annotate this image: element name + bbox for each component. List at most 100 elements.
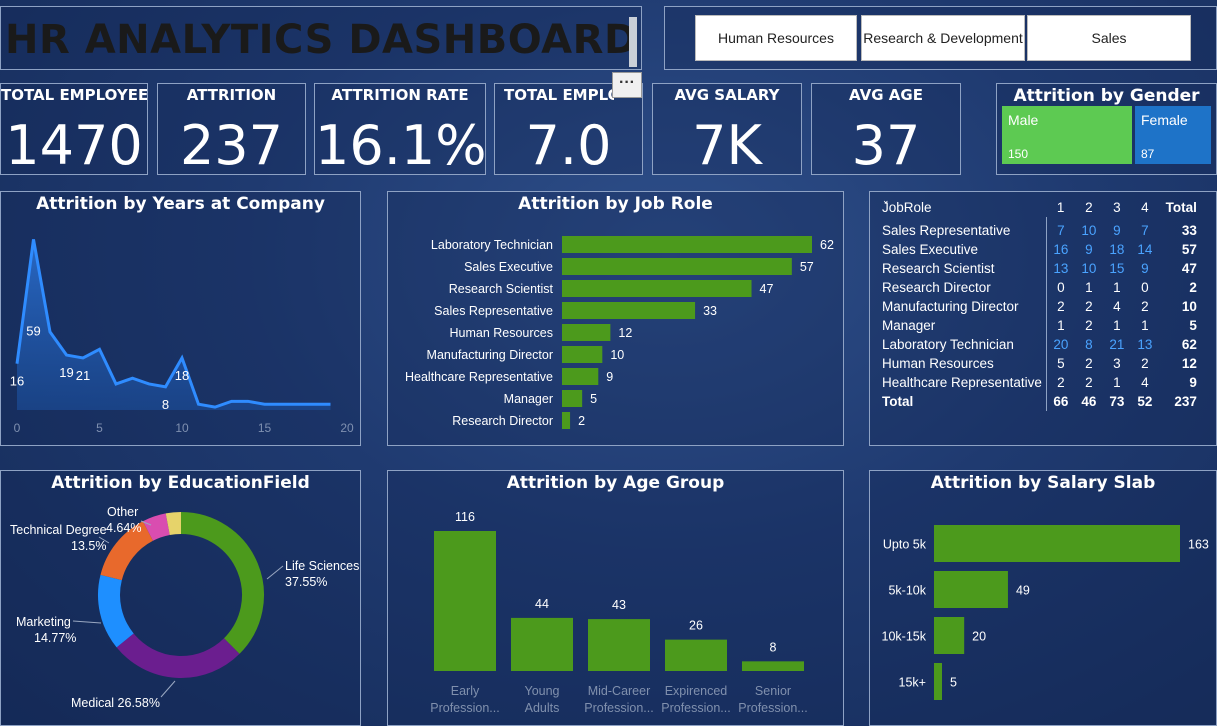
matrix-row[interactable]: Human Resources 5 2 3 2 12 (878, 354, 1201, 373)
education-slice[interactable] (98, 574, 134, 648)
matrix-cell: 2 (1085, 356, 1093, 371)
matrix-cell: 1 (1045, 316, 1075, 335)
matrix-total-row: Total 66 46 73 52 237 (878, 392, 1201, 411)
education-slice[interactable] (180, 512, 264, 654)
matrix-cell: 2 (1085, 375, 1093, 390)
kpi-label: AVG AGE (849, 86, 923, 104)
department-slicer: Human Resources Research & Development S… (664, 6, 1217, 70)
age-group-bar[interactable] (434, 531, 496, 671)
text-cursor (629, 17, 637, 67)
education-slice-pct: 13.5% (71, 539, 106, 553)
kpi-value: 237 (179, 114, 284, 177)
salary-slab-bar[interactable] (934, 525, 1180, 562)
education-slice[interactable] (142, 513, 171, 541)
matrix-cell: 21 (1109, 337, 1125, 352)
salary-slab-value-label: 163 (1188, 538, 1209, 552)
job-role-value-label: 5 (590, 392, 597, 406)
matrix-col-header: 1 (1056, 200, 1065, 215)
job-role-value-label: 47 (760, 282, 774, 296)
matrix-row-total: 33 (1181, 223, 1197, 238)
matrix-corner-header[interactable]: ⌄ JobRole (878, 195, 1046, 217)
matrix-cell: 10 (1081, 261, 1097, 276)
matrix-cell: 2 (1085, 299, 1093, 314)
matrix-row[interactable]: Laboratory Technician 20 8 21 13 62 (878, 335, 1201, 354)
matrix-row-label: Laboratory Technician (882, 337, 1014, 352)
matrix-cell: 18 (1109, 242, 1125, 257)
slicer-human-resources[interactable]: Human Resources (695, 15, 857, 61)
matrix-cell: 9 (1141, 261, 1149, 276)
kpi-label: ATTRITION (186, 86, 277, 104)
gender-male-tile[interactable]: Male 150 (1002, 106, 1132, 164)
matrix-row[interactable]: Research Scientist 13 10 15 9 47 (878, 259, 1201, 278)
matrix-cell: 14 (1137, 242, 1153, 257)
job-role-bar[interactable] (562, 280, 752, 297)
matrix-row-total: 10 (1181, 299, 1197, 314)
education-slice[interactable] (100, 521, 154, 581)
salary-slab-bar[interactable] (934, 571, 1008, 608)
matrix-row-total: 2 (1189, 280, 1197, 295)
kpi-value: 37 (851, 114, 921, 177)
job-role-value-label: 33 (703, 304, 717, 318)
education-slice-name: Technical Degree (10, 523, 107, 537)
years-x-tick: 5 (96, 421, 103, 435)
years-point-label: 16 (10, 374, 24, 389)
years-point-label: 59 (26, 323, 40, 338)
matrix-row-total: 62 (1181, 337, 1197, 352)
matrix-row-label: Research Scientist (882, 261, 995, 276)
education-slice[interactable] (116, 633, 240, 678)
kpi-value: 7K (692, 114, 762, 177)
job-role-category-label: Research Director (452, 414, 553, 428)
education-donut-chart: Life Sciences 37.55% Medical 26.58% Marketi… (10, 505, 359, 710)
age-group-bar-chart: 116 Early Profession... 44 Young Adults 43 Mid-… (430, 510, 807, 715)
education-field-panel: Attrition by EducationField Life Science… (0, 470, 361, 726)
slicer-sales[interactable]: Sales (1027, 15, 1191, 61)
job-role-bar[interactable] (562, 302, 696, 319)
matrix-total-cell: 66 (1045, 392, 1075, 411)
age-group-bar[interactable] (511, 617, 573, 671)
job-role-category-label: Healthcare Representative (405, 370, 553, 384)
matrix-row[interactable]: Research Director 0 1 1 0 2 (878, 278, 1201, 297)
more-options-button[interactable]: ··· (612, 72, 642, 98)
matrix-row[interactable]: Sales Executive 16 9 18 14 57 (878, 240, 1201, 259)
job-role-bar[interactable] (562, 412, 571, 429)
education-slice-pct: 14.77% (34, 631, 76, 645)
matrix-row[interactable]: Manufacturing Director 2 2 4 2 10 (878, 297, 1201, 316)
kpi-value: 7.0 (525, 114, 612, 177)
matrix-row[interactable]: Healthcare Representative 2 2 1 4 9 (878, 373, 1201, 392)
education-slice[interactable] (165, 512, 182, 536)
job-role-bar[interactable] (562, 390, 583, 407)
matrix-row-total: 12 (1181, 356, 1197, 371)
age-group-bar[interactable] (588, 619, 650, 671)
matrix-cell: 10 (1081, 223, 1097, 238)
slicer-research-development[interactable]: Research & Development (861, 15, 1025, 61)
job-role-category-label: Research Scientist (449, 282, 554, 296)
job-role-bar[interactable] (562, 258, 792, 275)
salary-slab-bar[interactable] (934, 617, 965, 654)
matrix-cell: 1 (1113, 280, 1121, 295)
salary-slab-panel: Attrition by Salary Slab Upto 5k 163 5k-10… (869, 470, 1217, 726)
job-role-category-label: Manager (504, 392, 553, 406)
salary-slab-value-label: 49 (1016, 584, 1030, 598)
years-at-company-panel: Attrition by Years at Company 16 59 19 21 8 1… (0, 191, 361, 446)
matrix-cell: 2 (1085, 318, 1093, 333)
age-group-bar[interactable] (742, 661, 804, 671)
job-role-panel: Attrition by Job Role Laboratory Technic… (387, 191, 844, 446)
age-group-bar[interactable] (665, 639, 727, 671)
age-group-category-label: Mid-Career (588, 684, 651, 698)
matrix-grand-total: 237 (1174, 394, 1197, 409)
job-role-matrix-panel: ⌄ JobRole 1 2 3 4 Total Sales Representa… (869, 191, 1217, 446)
age-group-panel: Attrition by Age Group 116 Early Professio… (387, 470, 844, 726)
matrix-row[interactable]: Manager 1 2 1 1 5 (878, 316, 1201, 335)
matrix-cell: 8 (1085, 337, 1093, 352)
matrix-cell: 2 (1141, 299, 1149, 314)
salary-slab-value-label: 20 (972, 630, 986, 644)
salary-slab-bar[interactable] (934, 663, 942, 700)
gender-female-tile[interactable]: Female 87 (1135, 106, 1211, 164)
job-role-bar[interactable] (562, 368, 599, 385)
job-role-bar[interactable] (562, 324, 611, 341)
years-x-tick: 0 (14, 421, 21, 435)
job-role-bar[interactable] (562, 346, 603, 363)
matrix-row[interactable]: Sales Representative 7 10 9 7 33 (878, 217, 1201, 240)
job-role-bar[interactable] (562, 236, 812, 253)
job-role-value-label: 57 (800, 260, 814, 274)
